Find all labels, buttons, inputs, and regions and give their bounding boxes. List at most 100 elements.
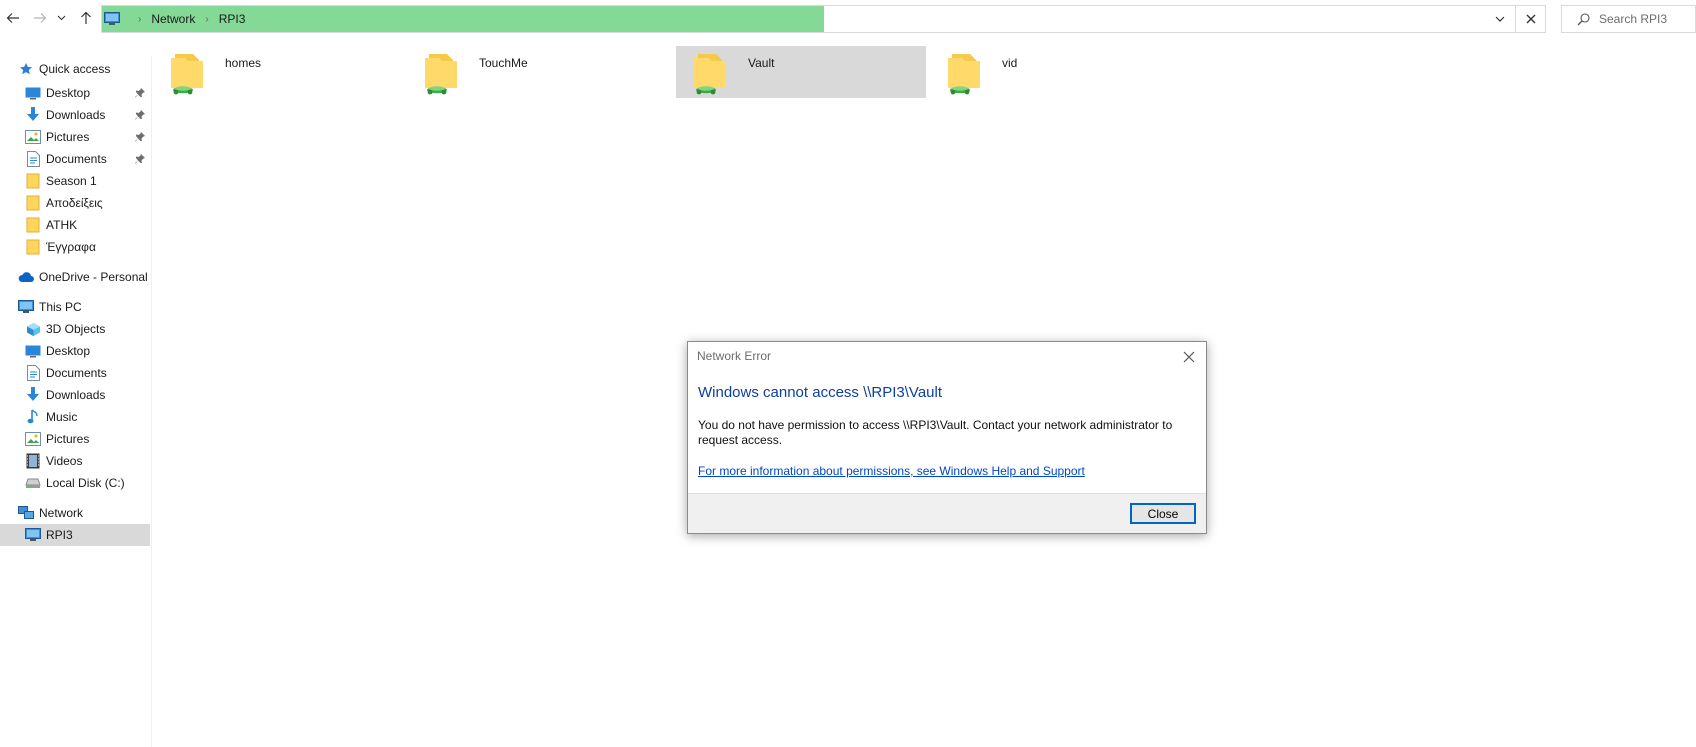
desktop-icon	[25, 343, 41, 359]
sidebar-item-desktop-pc[interactable]: Desktop	[0, 340, 150, 362]
sidebar-item-label: Desktop	[46, 86, 91, 100]
sidebar-item-3d-objects[interactable]: 3D Objects	[0, 318, 150, 340]
download-icon	[25, 387, 41, 403]
sidebar-item-videos[interactable]: Videos	[0, 450, 150, 472]
sidebar-item-label: Documents	[46, 152, 107, 166]
sidebar-item-documents-pc[interactable]: Documents	[0, 362, 150, 384]
sidebar-item-pictures[interactable]: Pictures	[0, 126, 150, 148]
computer-icon	[18, 299, 34, 315]
arrow-up-icon	[81, 11, 91, 24]
folder-icon	[25, 217, 41, 233]
documents-icon	[25, 365, 41, 381]
sidebar-item-label: Downloads	[46, 108, 106, 122]
music-icon	[25, 409, 41, 425]
chevron-down-icon	[1495, 16, 1505, 22]
sidebar-item-onedrive[interactable]: OneDrive - Personal	[0, 266, 150, 288]
search-input[interactable]: Search RPI3	[1599, 12, 1667, 26]
sidebar-item-label: Downloads	[46, 388, 106, 402]
sidebar-item-label: Music	[46, 410, 78, 424]
sidebar-item-athk[interactable]: ATHK	[0, 214, 150, 236]
shared-folder-icon	[171, 54, 203, 95]
sidebar-item-label: Quick access	[39, 62, 111, 76]
close-icon	[1183, 351, 1195, 363]
sidebar-item-apodeixeis[interactable]: Αποδείξεις	[0, 192, 150, 214]
sidebar-item-pictures-pc[interactable]: Pictures	[0, 428, 150, 450]
back-button[interactable]	[3, 8, 23, 28]
sidebar-item-label: Local Disk (C:)	[46, 476, 125, 490]
folder-touchme[interactable]: TouchMe	[407, 46, 657, 98]
videos-icon	[25, 453, 41, 469]
folder-icon	[25, 195, 41, 211]
sidebar-item-downloads[interactable]: Downloads	[0, 104, 150, 126]
sidebar-item-label: ATHK	[46, 218, 78, 232]
search-icon	[1576, 12, 1590, 26]
close-button[interactable]: Close	[1130, 503, 1196, 524]
sidebar-item-this-pc[interactable]: This PC	[0, 296, 150, 318]
folder-name: vid	[1002, 56, 1018, 70]
sidebar-item-eggrafa[interactable]: Έγγραφα	[0, 236, 150, 258]
sidebar-item-network[interactable]: Network	[0, 502, 150, 524]
stop-loading-button[interactable]	[1515, 6, 1545, 32]
sidebar-item-label: Pictures	[46, 130, 90, 144]
dialog-close-button[interactable]	[1178, 346, 1200, 368]
recent-locations-button[interactable]	[54, 8, 68, 28]
navigation-bar: › Network › RPI3 Search RPI3	[0, 0, 1696, 37]
dialog-title: Network Error	[697, 349, 772, 363]
sidebar-item-label: OneDrive - Personal	[39, 270, 148, 284]
address-bar[interactable]: › Network › RPI3	[101, 5, 1546, 33]
sidebar-item-label: Desktop	[46, 344, 91, 358]
chevron-down-icon	[57, 15, 65, 21]
sidebar-item-season-1[interactable]: Season 1	[0, 170, 150, 192]
pictures-icon	[25, 129, 41, 145]
pin-icon	[133, 86, 147, 100]
sidebar-item-downloads-pc[interactable]: Downloads	[0, 384, 150, 406]
shared-folder-icon	[694, 54, 726, 95]
sidebar-item-label: Videos	[46, 454, 83, 468]
shared-folder-icon	[425, 54, 457, 95]
sidebar-item-label: Documents	[46, 366, 107, 380]
up-button[interactable]	[76, 8, 96, 28]
computer-icon	[104, 12, 120, 26]
sidebar-item-label: Season 1	[46, 174, 97, 188]
sidebar-item-desktop[interactable]: Desktop	[0, 82, 150, 104]
pictures-icon	[25, 431, 41, 447]
pin-icon	[133, 130, 147, 144]
sidebar-item-documents[interactable]: Documents	[0, 148, 150, 170]
sidebar-item-label: Network	[39, 506, 84, 520]
sidebar-item-music[interactable]: Music	[0, 406, 150, 428]
arrow-right-icon	[34, 13, 47, 23]
documents-icon	[25, 151, 41, 167]
breadcrumb: › Network › RPI3	[104, 6, 245, 32]
sidebar-item-local-disk[interactable]: Local Disk (C:)	[0, 472, 150, 494]
star-icon	[18, 61, 34, 77]
disk-icon	[25, 475, 41, 491]
sidebar-item-label: 3D Objects	[46, 322, 106, 336]
sidebar-item-rpi3[interactable]: RPI3	[0, 524, 150, 546]
folder-icon	[25, 173, 41, 189]
download-icon	[25, 107, 41, 123]
folder-vault[interactable]: Vault	[676, 46, 926, 98]
breadcrumb-network[interactable]: Network	[151, 12, 195, 26]
help-link[interactable]: For more information about permissions, …	[698, 464, 1085, 478]
address-dropdown-button[interactable]	[1489, 6, 1511, 32]
close-icon	[1526, 14, 1535, 24]
pin-icon	[133, 152, 147, 166]
shared-folder-icon	[948, 54, 980, 95]
search-box[interactable]: Search RPI3	[1561, 5, 1696, 33]
forward-button[interactable]	[30, 8, 50, 28]
folder-homes[interactable]: homes	[153, 46, 403, 98]
arrow-left-icon	[6, 13, 19, 23]
sidebar-item-quick-access[interactable]: Quick access	[0, 58, 150, 80]
breadcrumb-rpi3[interactable]: RPI3	[219, 12, 246, 26]
folder-name: TouchMe	[479, 56, 528, 70]
computer-icon	[25, 527, 41, 543]
navigation-pane: Quick access Desktop Downloads Pictures …	[0, 56, 152, 747]
desktop-icon	[25, 85, 41, 101]
dialog-heading: Windows cannot access \\RPI3\Vault	[698, 384, 942, 401]
sidebar-item-label: Pictures	[46, 432, 90, 446]
folder-vid[interactable]: vid	[930, 46, 1180, 98]
sidebar-item-label: Αποδείξεις	[46, 196, 103, 210]
folder-name: Vault	[748, 56, 775, 70]
folder-icon	[25, 239, 41, 255]
pin-icon	[133, 108, 147, 122]
